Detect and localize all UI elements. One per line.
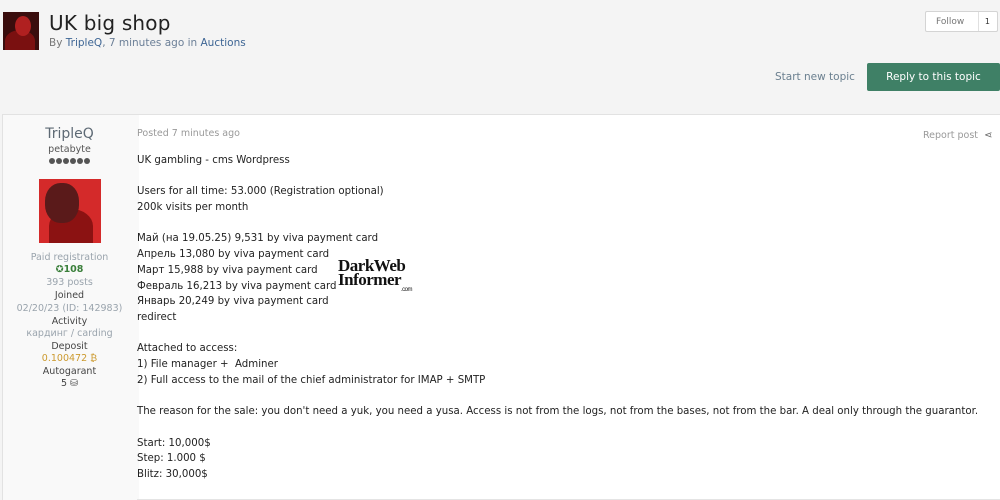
post-line: Attached to access: (137, 343, 238, 355)
post-line: UK gambling - cms Wordpress (137, 155, 290, 166)
report-post-link[interactable]: Report post ⋖ (923, 130, 992, 141)
author-group: Paid registration (30, 252, 109, 263)
start-new-topic-link[interactable]: Start new topic (775, 71, 855, 83)
post-line: Январь 20,249 by viva payment card (137, 296, 329, 308)
byline-in: in (184, 37, 201, 49)
byline-time: , 7 minutes ago (102, 37, 185, 49)
follow-divider (978, 12, 979, 31)
post-line: 1) File manager + Adminer (137, 359, 278, 371)
rank-pip (63, 158, 69, 164)
rank-pips (49, 158, 90, 164)
post-line: Март 15,988 by viva payment card (137, 264, 318, 276)
report-post-label: Report post (923, 130, 979, 141)
darkweb-informer-watermark: DarkWeb Informer .com (338, 257, 414, 293)
post-content: UK gambling - cms Wordpress Users for all… (137, 153, 987, 483)
watermark-line2: Informer (338, 270, 402, 289)
post-line (137, 326, 987, 342)
post: TripleQ petabyte Paid registration ✪108 … (2, 114, 1000, 500)
author-reputation: ✪108 (3, 264, 136, 275)
post-line: Май (на 19.05.25) 9,531 by viva payment … (137, 233, 379, 245)
plus-circle-icon: ✪ (55, 264, 64, 275)
rank-pip (56, 158, 62, 164)
author-rank: petabyte (48, 144, 91, 155)
deposit-label: Deposit (51, 341, 88, 352)
rank-pip (84, 158, 90, 164)
post-line: redirect (137, 312, 177, 323)
byline-prefix: By (49, 37, 66, 49)
activity-value: кардинг / carding (26, 328, 113, 339)
autogarant-count: 5 (60, 378, 68, 389)
rank-pip (49, 158, 55, 164)
post-line: The reason for the sale: you don't need … (137, 406, 979, 418)
post-line (137, 169, 987, 185)
handshake-icon: ⛁ (70, 378, 79, 389)
post-line (137, 389, 987, 405)
topic-byline: By TripleQ, 7 minutes ago in Auctions (49, 37, 246, 49)
deposit-value: 0.100472 ₿ (41, 353, 98, 364)
reply-to-topic-button[interactable]: Reply to this topic (867, 63, 1000, 91)
joined-label: Joined (54, 290, 85, 301)
post-line: Blitz: 30,000$ (137, 468, 208, 480)
post-date[interactable]: Posted 7 minutes ago (137, 128, 240, 139)
activity-label: Activity (51, 316, 88, 327)
joined-value: 02/20/23 (ID: 142983) (16, 303, 123, 314)
post-line: Апрель 13,080 by viva payment card (137, 249, 330, 261)
autogarant-value: 5 ⛁ (3, 378, 136, 389)
author-panel: TripleQ petabyte Paid registration ✪108 … (3, 115, 139, 500)
post-line: Users for all time: 53.000 (Registration… (137, 186, 384, 198)
post-line (137, 216, 987, 232)
follow-button[interactable]: Follow 1 (925, 11, 998, 32)
share-icon[interactable]: ⋖ (984, 130, 992, 141)
post-line: 2) Full access to the mail of the chief … (137, 374, 486, 386)
author-avatar[interactable] (39, 179, 101, 243)
post-line: Февраль 16,213 by viva payment card (137, 280, 337, 292)
byline-forum-link[interactable]: Auctions (201, 37, 246, 49)
follow-count: 1 (984, 17, 990, 26)
byline-author-link[interactable]: TripleQ (66, 37, 102, 49)
topic-title: UK big shop (49, 11, 171, 35)
post-line: 200k visits per month (137, 202, 249, 214)
follow-label: Follow (936, 16, 965, 27)
reputation-value: 108 (63, 264, 84, 275)
topic-author-avatar[interactable] (3, 12, 39, 50)
rank-pip (77, 158, 83, 164)
rank-pip (70, 158, 76, 164)
author-post-count: 393 posts (46, 277, 93, 288)
post-line: Start: 10,000$ (137, 437, 211, 449)
post-line (137, 420, 987, 436)
author-name[interactable]: TripleQ (3, 126, 136, 142)
post-line: Step: 1.000 $ (137, 453, 206, 465)
autogarant-label: Autogarant (42, 366, 97, 377)
